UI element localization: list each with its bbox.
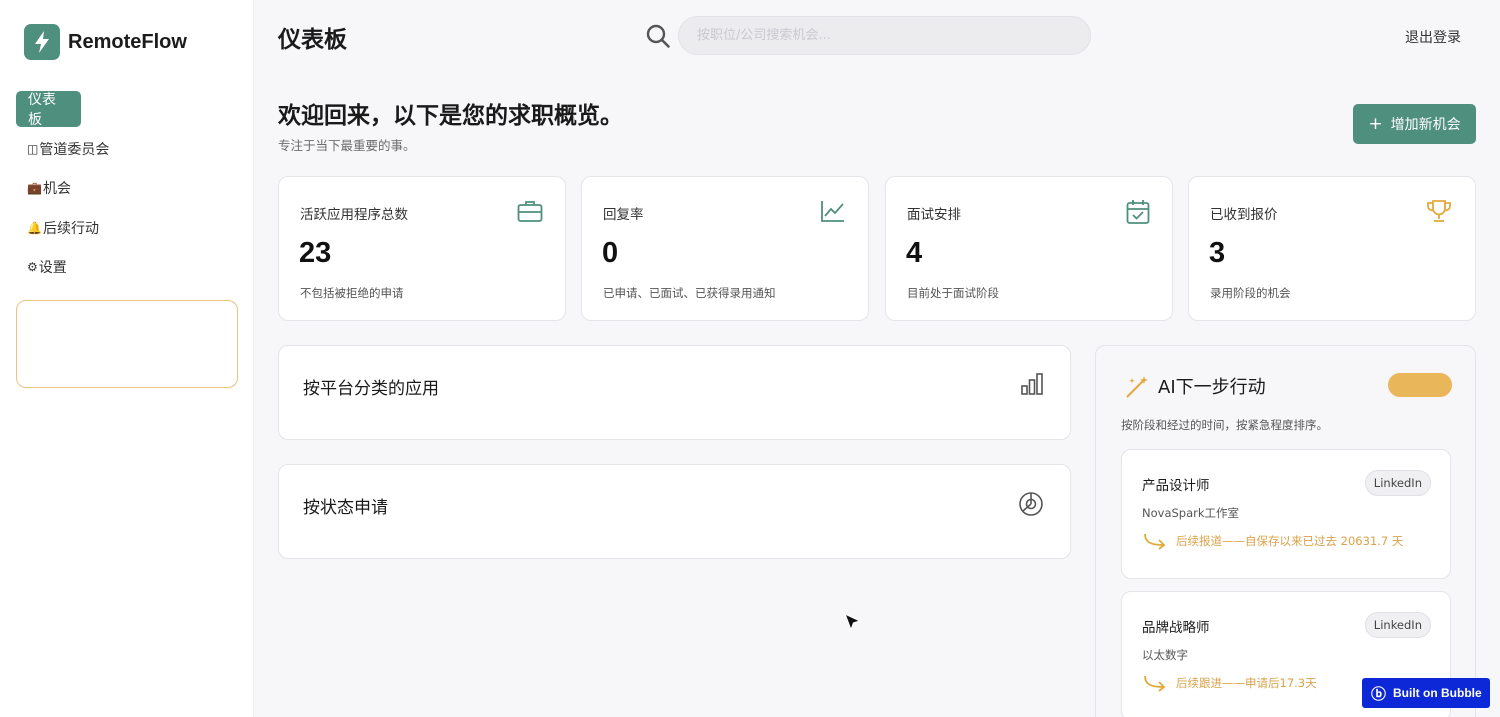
bar-chart-icon[interactable] [1020,372,1044,400]
briefcase-icon: 💼 [27,181,42,195]
brand[interactable]: RemoteFlow [24,24,187,60]
stat-value: 0 [602,237,619,269]
pie-chart-icon[interactable] [1018,491,1044,521]
stat-desc: 目前处于面试阶段 [907,286,999,300]
welcome-subtitle: 专注于当下最重要的事。 [278,138,416,153]
magic-wand-icon [1124,374,1150,404]
welcome-heading: 欢迎回来，以下是您的求职概览。 [278,103,623,129]
trend-chart-icon [820,199,846,227]
board-icon: ◫ [27,141,39,156]
panel-title: 按状态申请 [303,498,388,518]
action-card[interactable]: 产品设计师 LinkedIn NovaSpark工作室 后续报道——自保存以来已… [1121,449,1451,579]
sidebar-nav: 仪表板 ◫ 管道委员会 💼 机会 🔔 后续行动 ⚙ 设置 [16,91,238,289]
mouse-cursor-icon [843,612,862,632]
stat-card-response-rate[interactable]: 回复率 0 已申请、已面试、已获得录用通知 [581,176,869,321]
stat-desc: 录用阶段的机会 [1210,286,1291,300]
search-input[interactable] [678,16,1091,55]
applications-by-status-panel: 按状态申请 [278,464,1071,559]
sidebar-item-dashboard[interactable]: 仪表板 [16,91,81,128]
stat-card-active-applications[interactable]: 活跃应用程序总数 23 不包括被拒绝的申请 [278,176,566,321]
action-followup: 后续跟进——申请后17.3天 [1142,674,1317,692]
gear-icon: ⚙ [27,260,38,274]
action-role: 品牌战略师 [1142,620,1210,636]
stat-desc: 已申请、已面试、已获得录用通知 [603,286,776,300]
arrow-turn-icon [1144,533,1166,550]
briefcase-icon [517,199,543,227]
lightning-icon [24,24,60,60]
sidebar-item-opportunities[interactable]: 💼 机会 [16,170,238,206]
sidebar-item-label: 机会 [42,181,71,197]
action-company: NovaSpark工作室 [1142,506,1240,520]
platform-badge: LinkedIn [1364,470,1431,496]
stat-value: 23 [299,237,332,269]
stat-card-offers[interactable]: 已收到报价 3 录用阶段的机会 [1188,176,1476,321]
stat-value: 3 [1209,237,1226,269]
bubble-badge-label: Built on Bubble [1393,686,1482,700]
stat-label: 回复率 [603,207,644,223]
page-title: 仪表板 [278,27,347,53]
plus-icon: + [1368,114,1383,134]
sidebar-item-label: 设置 [38,260,67,276]
sidebar-item-label: 管道委员会 [39,141,110,158]
action-company: 以太数字 [1142,648,1188,662]
ai-panel-subtitle: 按阶段和经过的时间，按紧急程度排序。 [1121,418,1328,432]
action-role: 产品设计师 [1142,478,1210,494]
action-followup: 后续报道——自保存以来已过去 20631.7 天 [1142,532,1403,550]
ai-panel-title: AI下一步行动 [1158,377,1266,398]
sidebar: RemoteFlow 仪表板 ◫ 管道委员会 💼 机会 🔔 后续行动 ⚙ 设置 [0,0,254,717]
brand-name: RemoteFlow [68,30,187,53]
sidebar-item-pipeline[interactable]: ◫ 管道委员会 [16,131,238,167]
applications-by-platform-panel: 按平台分类的应用 [278,345,1071,440]
stat-label: 面试安排 [907,207,961,223]
trophy-icon [1425,199,1453,229]
add-opportunity-label: 增加新机会 [1390,117,1461,133]
sidebar-item-label: 仪表板 [28,92,56,128]
sidebar-item-followups[interactable]: 🔔 后续行动 [16,210,238,246]
platform-badge: LinkedIn [1364,612,1431,638]
stat-label: 活跃应用程序总数 [300,207,408,223]
add-opportunity-button[interactable]: + 增加新机会 [1353,104,1476,144]
stat-value: 4 [906,237,923,269]
logout-link[interactable]: 退出登录 [1405,27,1461,47]
ai-next-actions-panel: AI下一步行动 按阶段和经过的时间，按紧急程度排序。 产品设计师 LinkedI… [1095,345,1476,717]
sidebar-promo-box [16,300,238,388]
sidebar-item-label: 后续行动 [42,220,99,237]
bubble-logo-icon: ⓑ [1371,685,1387,703]
followup-text: 后续报道——自保存以来已过去 20631.7 天 [1176,534,1404,548]
built-on-bubble-badge[interactable]: ⓑ Built on Bubble [1362,678,1490,708]
stat-label: 已收到报价 [1210,207,1278,223]
calendar-check-icon [1126,199,1150,229]
search-icon[interactable] [645,23,671,53]
followup-text: 后续跟进——申请后17.3天 [1176,676,1317,690]
sidebar-item-settings[interactable]: ⚙ 设置 [16,249,238,285]
ai-refresh-toggle[interactable] [1388,373,1452,397]
stat-card-interviews[interactable]: 面试安排 4 目前处于面试阶段 [885,176,1173,321]
panel-title: 按平台分类的应用 [303,379,439,399]
arrow-turn-icon [1144,675,1166,692]
bell-icon: 🔔 [27,220,42,235]
stat-desc: 不包括被拒绝的申请 [300,286,404,300]
